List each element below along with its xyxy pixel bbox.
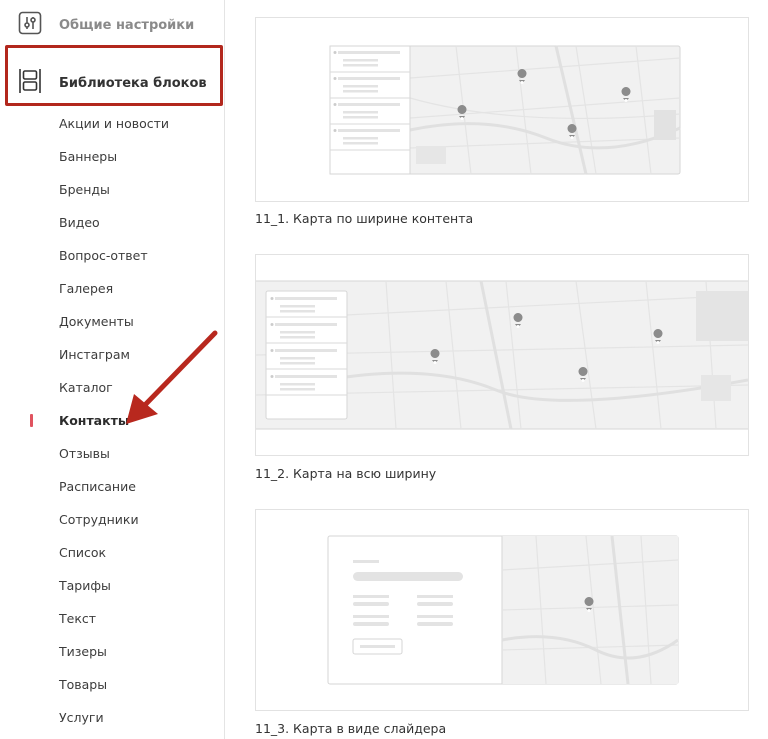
map-preview-image [327,535,679,685]
sidebar-item-list[interactable]: Список [59,536,169,569]
blocks-icon [18,67,42,99]
sidebar-item-faq[interactable]: Вопрос-ответ [59,239,169,272]
sidebar-item-products[interactable]: Товары [59,668,169,701]
sidebar-item-video[interactable]: Видео [59,206,169,239]
map-preview-image [255,280,749,430]
sidebar-item-promotions[interactable]: Акции и новости [59,107,169,140]
sidebar-divider [224,0,225,739]
sidebar-item-tariffs[interactable]: Тарифы [59,569,169,602]
active-indicator [30,414,33,427]
sidebar-item-banners[interactable]: Баннеры [59,140,169,173]
block-caption: 11_1. Карта по ширине контента [255,211,474,226]
red-arrow-annotation [126,330,218,424]
sidebar-item-reviews[interactable]: Отзывы [59,437,169,470]
sidebar-item-staff[interactable]: Сотрудники [59,503,169,536]
sidebar-item-label: Общие настройки [59,17,195,33]
block-caption: 11_2. Карта на всю ширину [255,466,437,481]
block-caption: 11_3. Карта в виде слайдера [255,721,447,736]
sidebar-item-block-library[interactable]: Библиотека блоков [18,67,207,99]
sidebar-item-brands[interactable]: Бренды [59,173,169,206]
map-preview-image [329,45,681,175]
sidebar-item-teasers[interactable]: Тизеры [59,635,169,668]
sidebar-item-services[interactable]: Услуги [59,701,169,734]
sidebar-item-schedule[interactable]: Расписание [59,470,169,503]
block-preview-11-2[interactable] [255,254,749,456]
block-preview-11-1[interactable] [255,17,749,202]
sliders-icon [18,11,42,39]
block-preview-11-3[interactable] [255,509,749,711]
sidebar-item-gallery[interactable]: Галерея [59,272,169,305]
sidebar-item-general-settings[interactable]: Общие настройки [18,11,194,39]
sidebar-item-label: Библиотека блоков [59,75,207,91]
sidebar-item-text[interactable]: Текст [59,602,169,635]
